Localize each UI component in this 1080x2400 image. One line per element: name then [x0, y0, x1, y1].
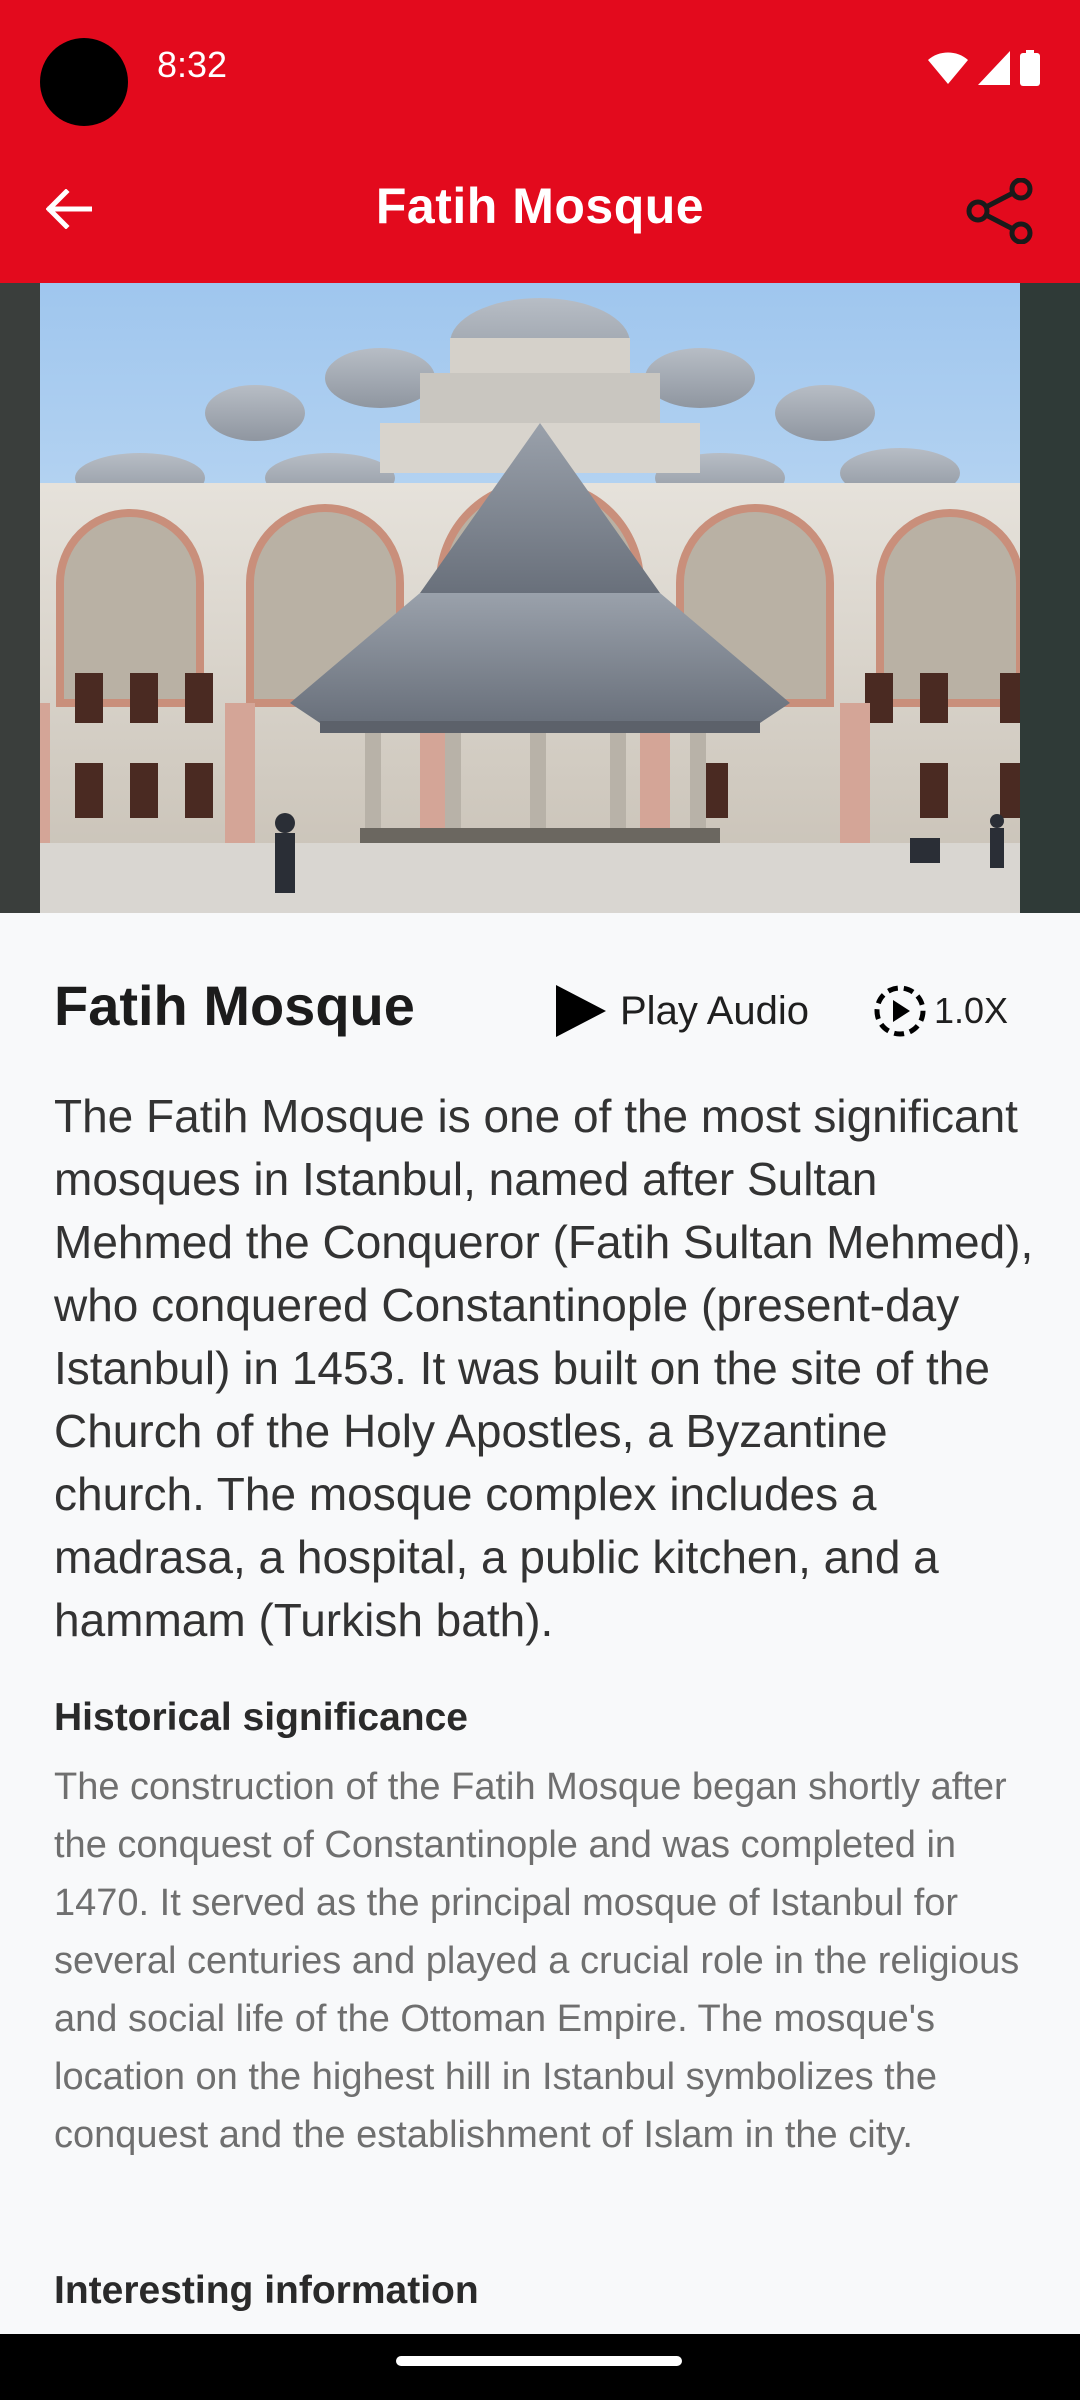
app-title: Fatih Mosque [375, 178, 705, 234]
system-navigation-bar [0, 2334, 1080, 2400]
camera-cutout [40, 38, 128, 126]
section-heading-interesting: Interesting information [54, 2269, 479, 2312]
playback-speed-label: 1.0X [934, 990, 1009, 1031]
play-icon [556, 985, 606, 1037]
content-area: Fatih Mosque Play Audio 1.0X The Fatih M… [0, 913, 1080, 2333]
playback-speed-button[interactable]: 1.0X [872, 983, 1008, 1039]
wifi-icon [928, 52, 968, 84]
status-time: 8:32 [157, 44, 228, 85]
play-audio-button[interactable]: Play Audio [554, 983, 809, 1039]
place-title: Fatih Mosque [54, 974, 415, 1037]
share-icon [966, 178, 1033, 244]
cellular-signal-icon [978, 51, 1010, 85]
share-button[interactable] [960, 171, 1040, 251]
playback-speed-icon [874, 985, 926, 1037]
play-audio-label: Play Audio [620, 988, 810, 1033]
mosque-photo [0, 283, 1080, 913]
hero-image [0, 283, 1080, 913]
status-icons [928, 48, 1040, 88]
status-bar: 8:32 [0, 0, 1080, 135]
section-body-historical: The construction of the Fatih Mosque beg… [54, 1766, 1020, 2156]
title-row: Fatih Mosque Play Audio 1.0X [54, 963, 1034, 1053]
home-gesture-handle[interactable] [396, 2356, 682, 2366]
section-heading-historical: Historical significance [54, 1696, 468, 1739]
app-bar: Fatih Mosque [0, 135, 1080, 283]
intro-paragraph: The Fatih Mosque is one of the most sign… [54, 1090, 1034, 1646]
battery-icon [1020, 50, 1040, 86]
